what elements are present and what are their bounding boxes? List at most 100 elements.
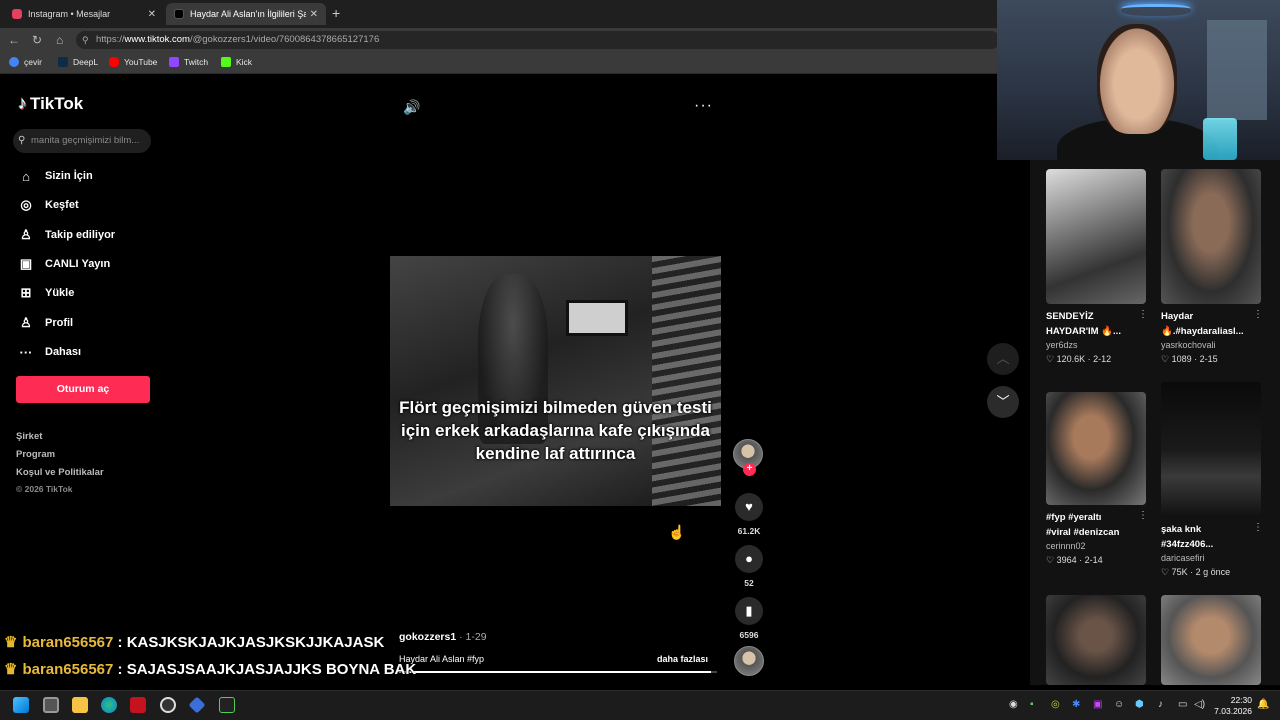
video-thumbnail[interactable] — [1046, 595, 1146, 685]
media-player-icon[interactable] — [130, 697, 146, 713]
video-progress-bar[interactable] — [399, 671, 717, 673]
new-tab-icon[interactable]: + — [332, 5, 340, 21]
tray-app-icon[interactable]: ◉ — [1009, 699, 1018, 710]
obs-icon[interactable] — [160, 697, 176, 713]
card-title: şaka knk #34fzz406... — [1161, 524, 1214, 550]
more-options-icon[interactable]: ··· — [694, 97, 713, 115]
app-icon[interactable] — [188, 696, 206, 714]
system-clock[interactable]: 22:30 7.03.2026 — [1214, 695, 1252, 717]
recommended-card[interactable] — [1161, 595, 1263, 685]
taskbar: ◉ ▪ ◎ ✱ ▣ ☺ ⬢ ♪ ▭ ◁) 22:30 7.03.2026 🔔 — [0, 690, 1280, 720]
tray-app-icon[interactable]: ▪ — [1030, 699, 1034, 710]
network-icon[interactable]: ▭ — [1178, 699, 1187, 710]
bookmark-cevir[interactable]: çevir — [9, 57, 42, 67]
card-user[interactable]: yer6dzs — [1046, 340, 1148, 350]
video-thumbnail[interactable] — [1161, 382, 1261, 517]
bookmark-youtube[interactable]: YouTube — [109, 57, 157, 67]
like-button[interactable]: ♥ — [735, 493, 763, 521]
card-likes: 1089 — [1171, 354, 1192, 364]
video-thumbnail[interactable] — [1046, 169, 1146, 304]
video-thumbnail[interactable] — [1161, 595, 1261, 685]
video-thumbnail[interactable] — [1046, 392, 1146, 505]
sidebar-item-upload[interactable]: ⊞ Yükle — [17, 283, 75, 303]
file-explorer-icon[interactable] — [72, 697, 88, 713]
tab-instagram[interactable]: Instagram • Mesajlar ✕ — [4, 3, 164, 25]
comment-count: 52 — [744, 578, 754, 588]
volume-icon[interactable]: ◁) — [1194, 699, 1205, 710]
home-icon[interactable]: ⌂ — [56, 33, 63, 47]
tiktok-logo[interactable]: ♪ TikTok — [18, 93, 83, 114]
bluetooth-icon[interactable]: ✱ — [1072, 699, 1080, 710]
sound-avatar[interactable] — [734, 646, 764, 676]
tray-app-icon[interactable]: ▣ — [1093, 699, 1102, 710]
sidebar-item-label: Dahası — [45, 346, 82, 358]
bookmark-label: DeepL — [73, 57, 99, 67]
kebab-icon[interactable]: ⋮ — [1138, 309, 1148, 320]
recommended-card[interactable]: SENDEYİZ HAYDAR'IM 🔥... ⋮ yer6dzs ♡ 120.6… — [1046, 169, 1148, 365]
kebab-icon[interactable]: ⋮ — [1253, 522, 1263, 533]
recommended-card[interactable] — [1046, 595, 1148, 685]
chat-username: baran656567 — [22, 634, 114, 651]
bookmark-label: Twitch — [184, 57, 209, 67]
previous-video-button[interactable]: ︿ — [987, 343, 1019, 375]
bookmark-label: YouTube — [124, 57, 158, 67]
volume-icon[interactable]: 🔊 — [403, 99, 420, 116]
tray-app-icon[interactable]: ⬢ — [1135, 699, 1144, 710]
bookmark-deepl[interactable]: DeepL — [58, 57, 98, 67]
video-player[interactable]: Flört geçmişimizi bilmeden güven testi i… — [390, 256, 721, 506]
logo-text: TikTok — [30, 93, 84, 113]
sidebar-item-live[interactable]: ▣ CANLI Yayın — [17, 254, 110, 274]
neon-light — [1121, 4, 1191, 16]
notification-bell-icon[interactable]: 🔔 — [1257, 699, 1269, 710]
edge-icon[interactable] — [101, 697, 117, 713]
microphone-icon[interactable]: ♪ — [1158, 699, 1163, 710]
login-button[interactable]: Oturum aç — [16, 376, 150, 403]
sidebar-item-profile[interactable]: ♙ Profil — [17, 313, 73, 333]
card-user[interactable]: cerinnn02 — [1046, 541, 1148, 551]
card-title: Haydar 🔥.#haydaraliasl... — [1161, 311, 1244, 337]
terminal-icon[interactable] — [219, 697, 235, 713]
see-more-link[interactable]: daha fazlası — [657, 654, 708, 664]
card-date: 2-14 — [1084, 555, 1103, 565]
sidebar-item-explore[interactable]: ◎ Keşfet — [17, 195, 78, 215]
card-user[interactable]: daricasefiri — [1161, 553, 1263, 563]
reload-icon[interactable]: ↻ — [32, 33, 42, 47]
start-icon[interactable] — [13, 697, 29, 713]
card-title: SENDEYİZ HAYDAR'IM 🔥... — [1046, 311, 1121, 337]
author-line[interactable]: gokozzers1 · 1-29 — [399, 631, 487, 643]
url-bar[interactable]: ⚲ https://www.tiktok.com/@gokozzers1/vid… — [76, 31, 1000, 49]
video-thumbnail[interactable] — [1161, 169, 1261, 304]
clock-date: 7.03.2026 — [1214, 706, 1252, 716]
author-avatar[interactable]: + — [733, 439, 763, 476]
task-view-icon[interactable] — [43, 697, 59, 713]
card-stats: ♡ 3964 · 2-14 — [1046, 555, 1103, 565]
close-tab-icon[interactable]: ✕ — [310, 9, 318, 20]
comment-button[interactable]: ● — [735, 545, 763, 573]
search-input[interactable]: ⚲ manita geçmişimizi bilm... — [13, 129, 151, 153]
card-user[interactable]: yasrkochovali — [1161, 340, 1263, 350]
site-info-icon[interactable]: ⚲ — [82, 31, 89, 49]
next-video-button[interactable]: ﹀ — [987, 386, 1019, 418]
tray-app-icon[interactable]: ◎ — [1051, 699, 1060, 710]
bookmark-kick[interactable]: Kick — [221, 57, 252, 67]
back-icon[interactable]: ← — [8, 33, 20, 47]
sidebar-item-label: Sizin İçin — [45, 170, 93, 182]
save-button[interactable]: ▮ — [735, 597, 763, 625]
footer-link-terms[interactable]: Koşul ve Politikalar — [16, 467, 104, 478]
youtube-icon — [109, 57, 119, 67]
kebab-icon[interactable]: ⋮ — [1138, 510, 1148, 521]
bookmark-twitch[interactable]: Twitch — [169, 57, 208, 67]
sidebar-item-following[interactable]: ♙ Takip ediliyor — [17, 225, 115, 245]
recommended-card[interactable]: #fyp #yeraltı #viral #denizcan ⋮ cerinnn0… — [1046, 392, 1148, 566]
close-tab-icon[interactable]: ✕ — [148, 9, 156, 20]
tab-tiktok[interactable]: Haydar Ali Aslan'ın İlgilileri Şaşkına ✕ — [166, 3, 326, 25]
recommended-card[interactable]: Haydar 🔥.#haydaraliasl... ⋮ yasrkochovali… — [1161, 169, 1263, 365]
sidebar-item-more[interactable]: ··· Dahası — [17, 342, 82, 362]
sidebar-item-for-you[interactable]: ⌂ Sizin İçin — [17, 166, 93, 186]
footer-link-company[interactable]: Şirket — [16, 431, 42, 442]
kebab-icon[interactable]: ⋮ — [1253, 309, 1263, 320]
footer-link-program[interactable]: Program — [16, 449, 55, 460]
recommended-card[interactable]: şaka knk #34fzz406... ⋮ daricasefiri ♡ 75… — [1161, 382, 1263, 578]
follow-plus-icon[interactable]: + — [743, 463, 756, 476]
discord-icon[interactable]: ☺ — [1114, 699, 1124, 710]
